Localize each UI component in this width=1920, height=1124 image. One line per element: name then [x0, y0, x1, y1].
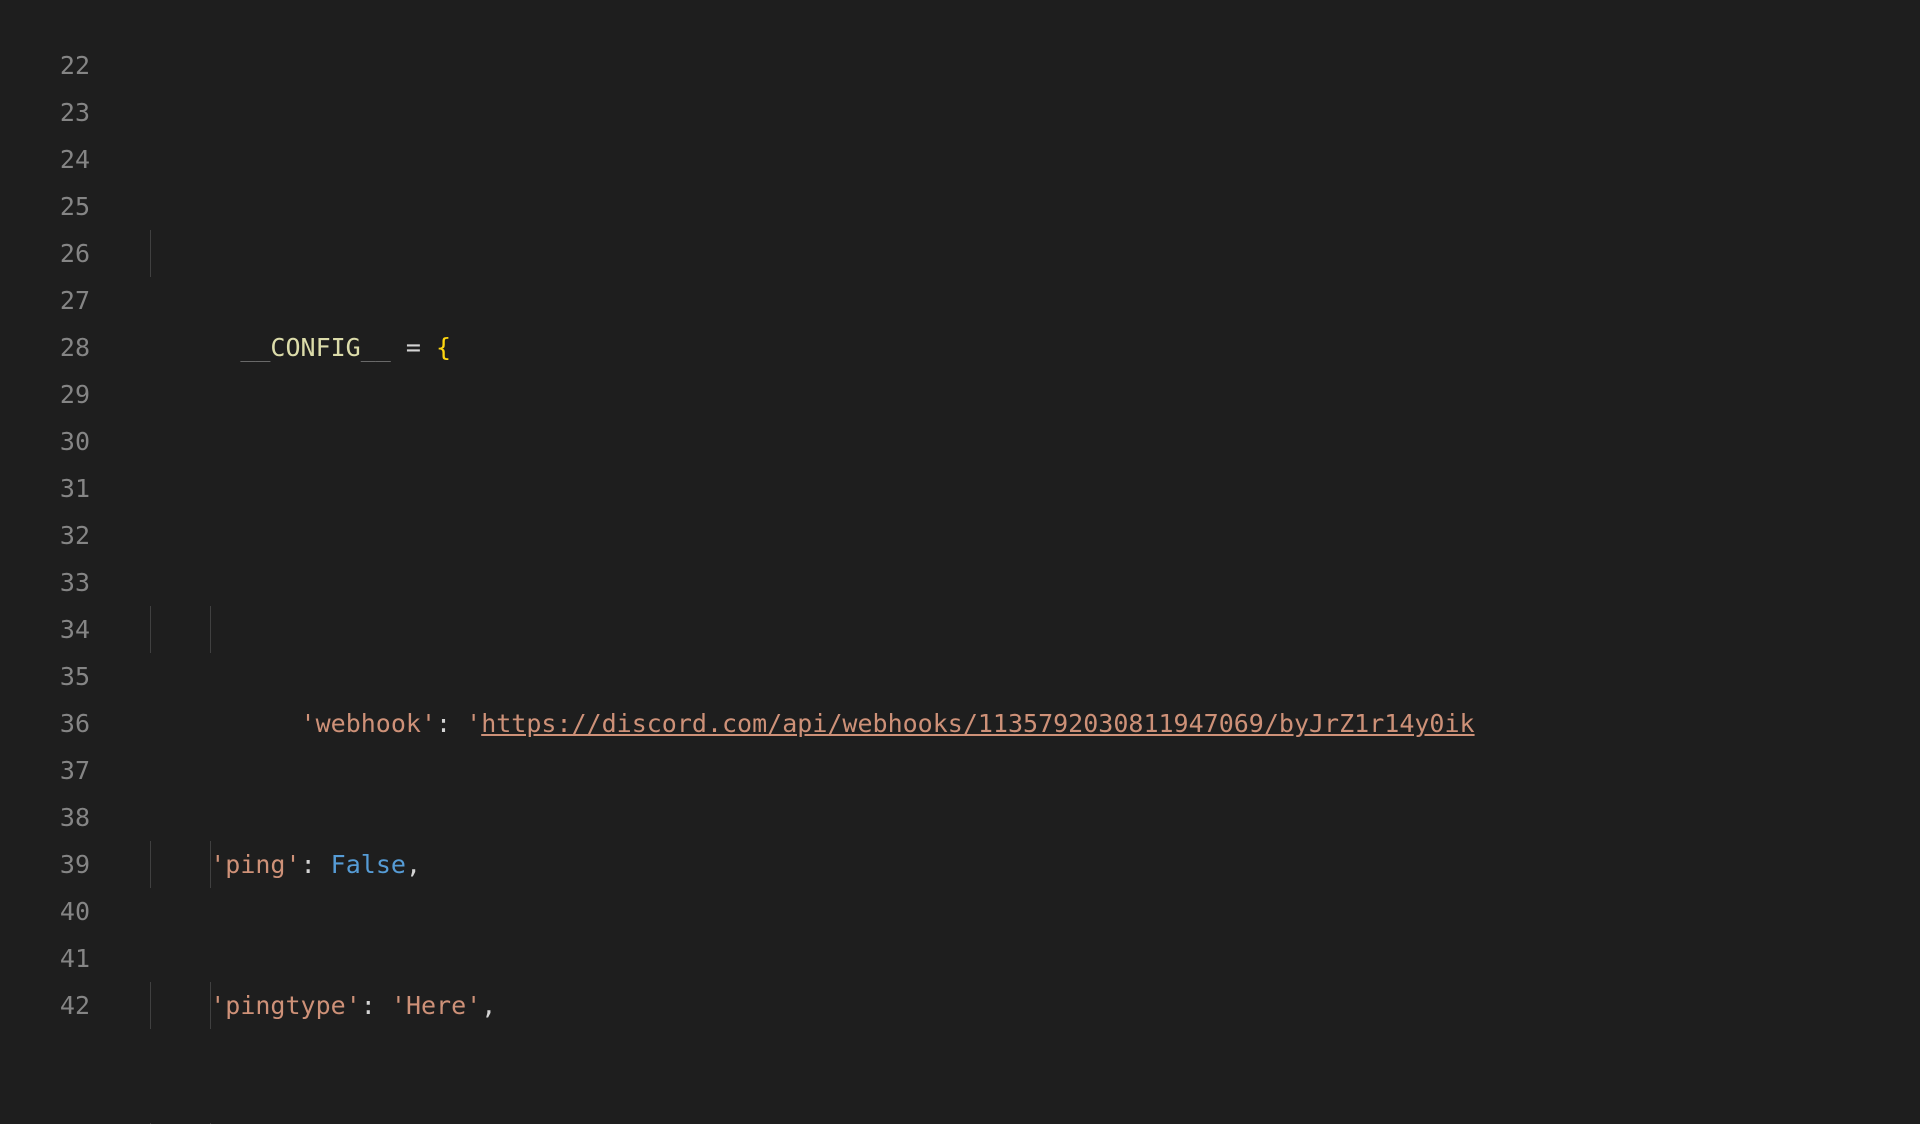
line-number: 38 [0, 794, 120, 841]
line-number: 22 [0, 42, 120, 89]
line-number: 40 [0, 888, 120, 935]
line-number: 25 [0, 183, 120, 230]
line-number: 24 [0, 136, 120, 183]
line-number: 36 [0, 700, 120, 747]
line-number-gutter: 2223242526272829303132333435363738394041… [0, 0, 120, 1029]
line-number: 29 [0, 371, 120, 418]
line-number: 33 [0, 559, 120, 606]
line-number: 28 [0, 324, 120, 371]
code-line[interactable]: __CONFIG__ = { [150, 230, 1475, 277]
line-number: 27 [0, 277, 120, 324]
line-number: 32 [0, 512, 120, 559]
line-number: 35 [0, 653, 120, 700]
code-area[interactable]: __CONFIG__ = { 'webhook': 'https://disco… [150, 42, 1475, 1124]
line-number: 42 [0, 982, 120, 1029]
code-line[interactable]: 'webhook': 'https://discord.com/api/webh… [150, 606, 1475, 653]
webhook-url[interactable]: https://discord.com/api/webhooks/1135792… [481, 709, 1474, 738]
variable-name: CONFIG [270, 333, 360, 362]
code-editor[interactable]: 2223242526272829303132333435363738394041… [0, 0, 1920, 1124]
line-number: 37 [0, 747, 120, 794]
line-number: 39 [0, 841, 120, 888]
line-number: 34 [0, 606, 120, 653]
brace-open: { [436, 333, 451, 362]
line-number: 23 [0, 89, 120, 136]
line-number: 26 [0, 230, 120, 277]
line-number: 30 [0, 418, 120, 465]
line-number: 31 [0, 465, 120, 512]
code-line[interactable]: 'pingtype': 'Here', [150, 982, 1475, 1029]
code-line[interactable]: 'ping': False, [150, 841, 1475, 888]
line-number: 41 [0, 935, 120, 982]
